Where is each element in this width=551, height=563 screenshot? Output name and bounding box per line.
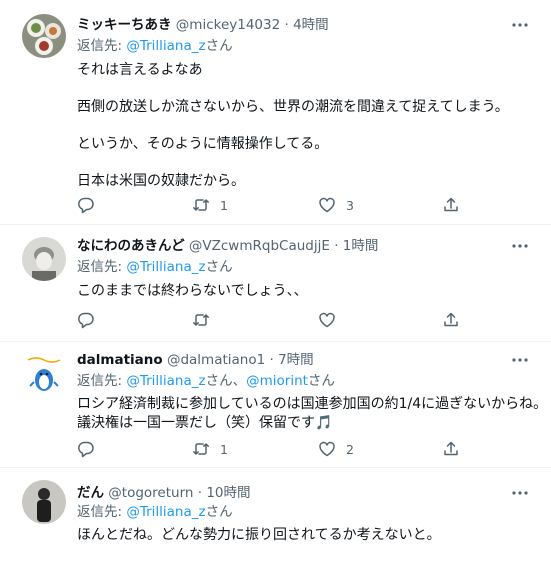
reply-button[interactable]	[77, 196, 105, 214]
more-icon[interactable]	[511, 16, 529, 34]
retweet-button[interactable]	[192, 311, 220, 329]
display-name[interactable]: dalmatiano	[77, 352, 163, 368]
like-count: 3	[346, 197, 354, 213]
share-button[interactable]	[442, 311, 460, 329]
display-name[interactable]: ミッキーちあき	[77, 17, 172, 33]
action-bar: 1 3	[77, 196, 497, 216]
display-name[interactable]: なにわのあきんど	[77, 238, 185, 254]
like-icon	[319, 197, 335, 213]
avatar[interactable]	[22, 352, 66, 396]
share-icon	[444, 312, 458, 327]
more-icon[interactable]	[511, 237, 529, 255]
share-button[interactable]	[442, 440, 460, 458]
tweet-line: このままでは終わらないでしょう、、	[77, 283, 308, 299]
reply-suffix: さん	[205, 38, 233, 54]
like-button[interactable]: 2	[318, 440, 354, 458]
reply-context: 返信先: @Trilliana_zさん、@miorintさん	[77, 372, 335, 390]
tweet-text: それは言えるよなあ 西側の放送しか流さないから、世界の潮流を間違えて捉えてしまう…	[77, 61, 509, 209]
avatar-person-image	[22, 237, 66, 281]
reply-suffix: さん	[307, 373, 335, 389]
tweet-line: それは言えるよなあ	[77, 62, 203, 78]
tweet-line: 議決権は一国一票だし（笑）保留です🎵	[77, 414, 537, 433]
tweet-line: ロシア経済制裁に参加しているのは国連参加国の約1/4に過ぎないからね。	[77, 396, 548, 412]
more-icon[interactable]	[511, 484, 529, 502]
handle[interactable]: @VZcwmRqbCaudjjE	[189, 238, 330, 254]
avatar-person-image	[22, 480, 66, 524]
tweet-header: dalmatiano @dalmatiano1 · 7時間	[77, 351, 314, 369]
reply-prefix: 返信先:	[77, 504, 127, 520]
retweet-icon	[193, 314, 209, 326]
tweet-line: というか、そのように情報操作してる。	[77, 136, 329, 152]
tweet-2[interactable]: なにわのあきんど @VZcwmRqbCaudjjE · 1時間 返信先: @Tr…	[0, 225, 551, 342]
tweet-line: 日本は米国の奴隷だから。	[77, 173, 245, 189]
share-icon	[444, 197, 458, 212]
tweet-line-text: 議決権は一国一票だし（笑）保留です	[77, 415, 315, 431]
handle[interactable]: @mickey14032	[176, 17, 280, 33]
avatar[interactable]	[22, 237, 66, 281]
reply-to-link[interactable]: @Trilliana_z	[126, 373, 205, 389]
avatar[interactable]	[22, 14, 66, 58]
timestamp[interactable]: · 4時間	[285, 17, 329, 33]
avatar-food-image	[22, 14, 66, 58]
reply-context: 返信先: @Trilliana_zさん	[77, 258, 233, 276]
tweet-text: ロシア経済制裁に参加しているのは国連参加国の約1/4に過ぎないからね。 議決権は…	[77, 395, 548, 433]
reply-prefix: 返信先:	[77, 373, 127, 389]
tweet-4[interactable]: だん @togoreturn · 10時間 返信先: @Trilliana_zさ…	[0, 468, 551, 560]
reply-icon	[78, 197, 94, 214]
reply-button[interactable]	[77, 311, 105, 329]
timestamp[interactable]: · 10時間	[198, 485, 251, 501]
timestamp[interactable]: · 1時間	[334, 238, 378, 254]
reply-to-link[interactable]: @Trilliana_z	[126, 259, 205, 275]
tweet-line: ほんとだね。どんな勢力に振り回されてるか考えないと。	[77, 527, 441, 543]
tweet-1[interactable]: ミッキーちあき @mickey14032 · 4時間 返信先: @Trillia…	[0, 0, 551, 225]
avatar-penguin-image	[22, 352, 66, 396]
tweet-header: だん @togoreturn · 10時間	[77, 484, 251, 502]
reply-to-link[interactable]: @Trilliana_z	[126, 38, 205, 54]
action-bar: 1 2	[77, 440, 497, 460]
reply-to-link[interactable]: @Trilliana_z	[126, 504, 205, 520]
like-icon	[319, 312, 335, 328]
tweet-line: 西側の放送しか流さないから、世界の潮流を間違えて捉えてしまう。	[77, 99, 509, 115]
tweet-header: なにわのあきんど @VZcwmRqbCaudjjE · 1時間	[77, 237, 378, 255]
reply-prefix: 返信先:	[77, 38, 127, 54]
reply-button[interactable]	[77, 440, 105, 458]
tweet-text: ほんとだね。どんな勢力に振り回されてるか考えないと。	[77, 526, 441, 563]
reply-icon	[78, 312, 94, 329]
retweet-icon	[193, 199, 209, 211]
like-button[interactable]	[318, 311, 346, 329]
reply-context: 返信先: @Trilliana_zさん	[77, 37, 233, 55]
like-count: 2	[346, 441, 354, 457]
retweet-icon	[193, 443, 209, 455]
tweet-3[interactable]: dalmatiano @dalmatiano1 · 7時間 返信先: @Tril…	[0, 342, 551, 468]
reply-suffix: さん	[205, 504, 233, 520]
retweet-button[interactable]: 1	[192, 440, 228, 458]
avatar[interactable]	[22, 480, 66, 524]
reply-to-link-2[interactable]: @miorint	[246, 373, 308, 389]
music-note-emoji: 🎵	[315, 415, 333, 431]
handle[interactable]: @dalmatiano1	[167, 352, 265, 368]
share-icon	[444, 441, 458, 456]
reply-icon	[78, 441, 94, 458]
share-button[interactable]	[442, 196, 460, 214]
retweet-count: 1	[220, 197, 228, 213]
retweet-count: 1	[220, 441, 228, 457]
action-bar	[77, 311, 497, 331]
reply-mid: さん、	[205, 373, 247, 389]
reply-context: 返信先: @Trilliana_zさん	[77, 503, 233, 521]
reply-suffix: さん	[205, 259, 233, 275]
like-icon	[319, 441, 335, 457]
retweet-button[interactable]: 1	[192, 196, 228, 214]
handle[interactable]: @togoreturn	[108, 485, 193, 501]
display-name[interactable]: だん	[77, 485, 104, 501]
timestamp[interactable]: · 7時間	[270, 352, 314, 368]
more-icon[interactable]	[511, 351, 529, 369]
reply-prefix: 返信先:	[77, 259, 127, 275]
like-button[interactable]: 3	[318, 196, 354, 214]
tweet-header: ミッキーちあき @mickey14032 · 4時間	[77, 16, 329, 34]
